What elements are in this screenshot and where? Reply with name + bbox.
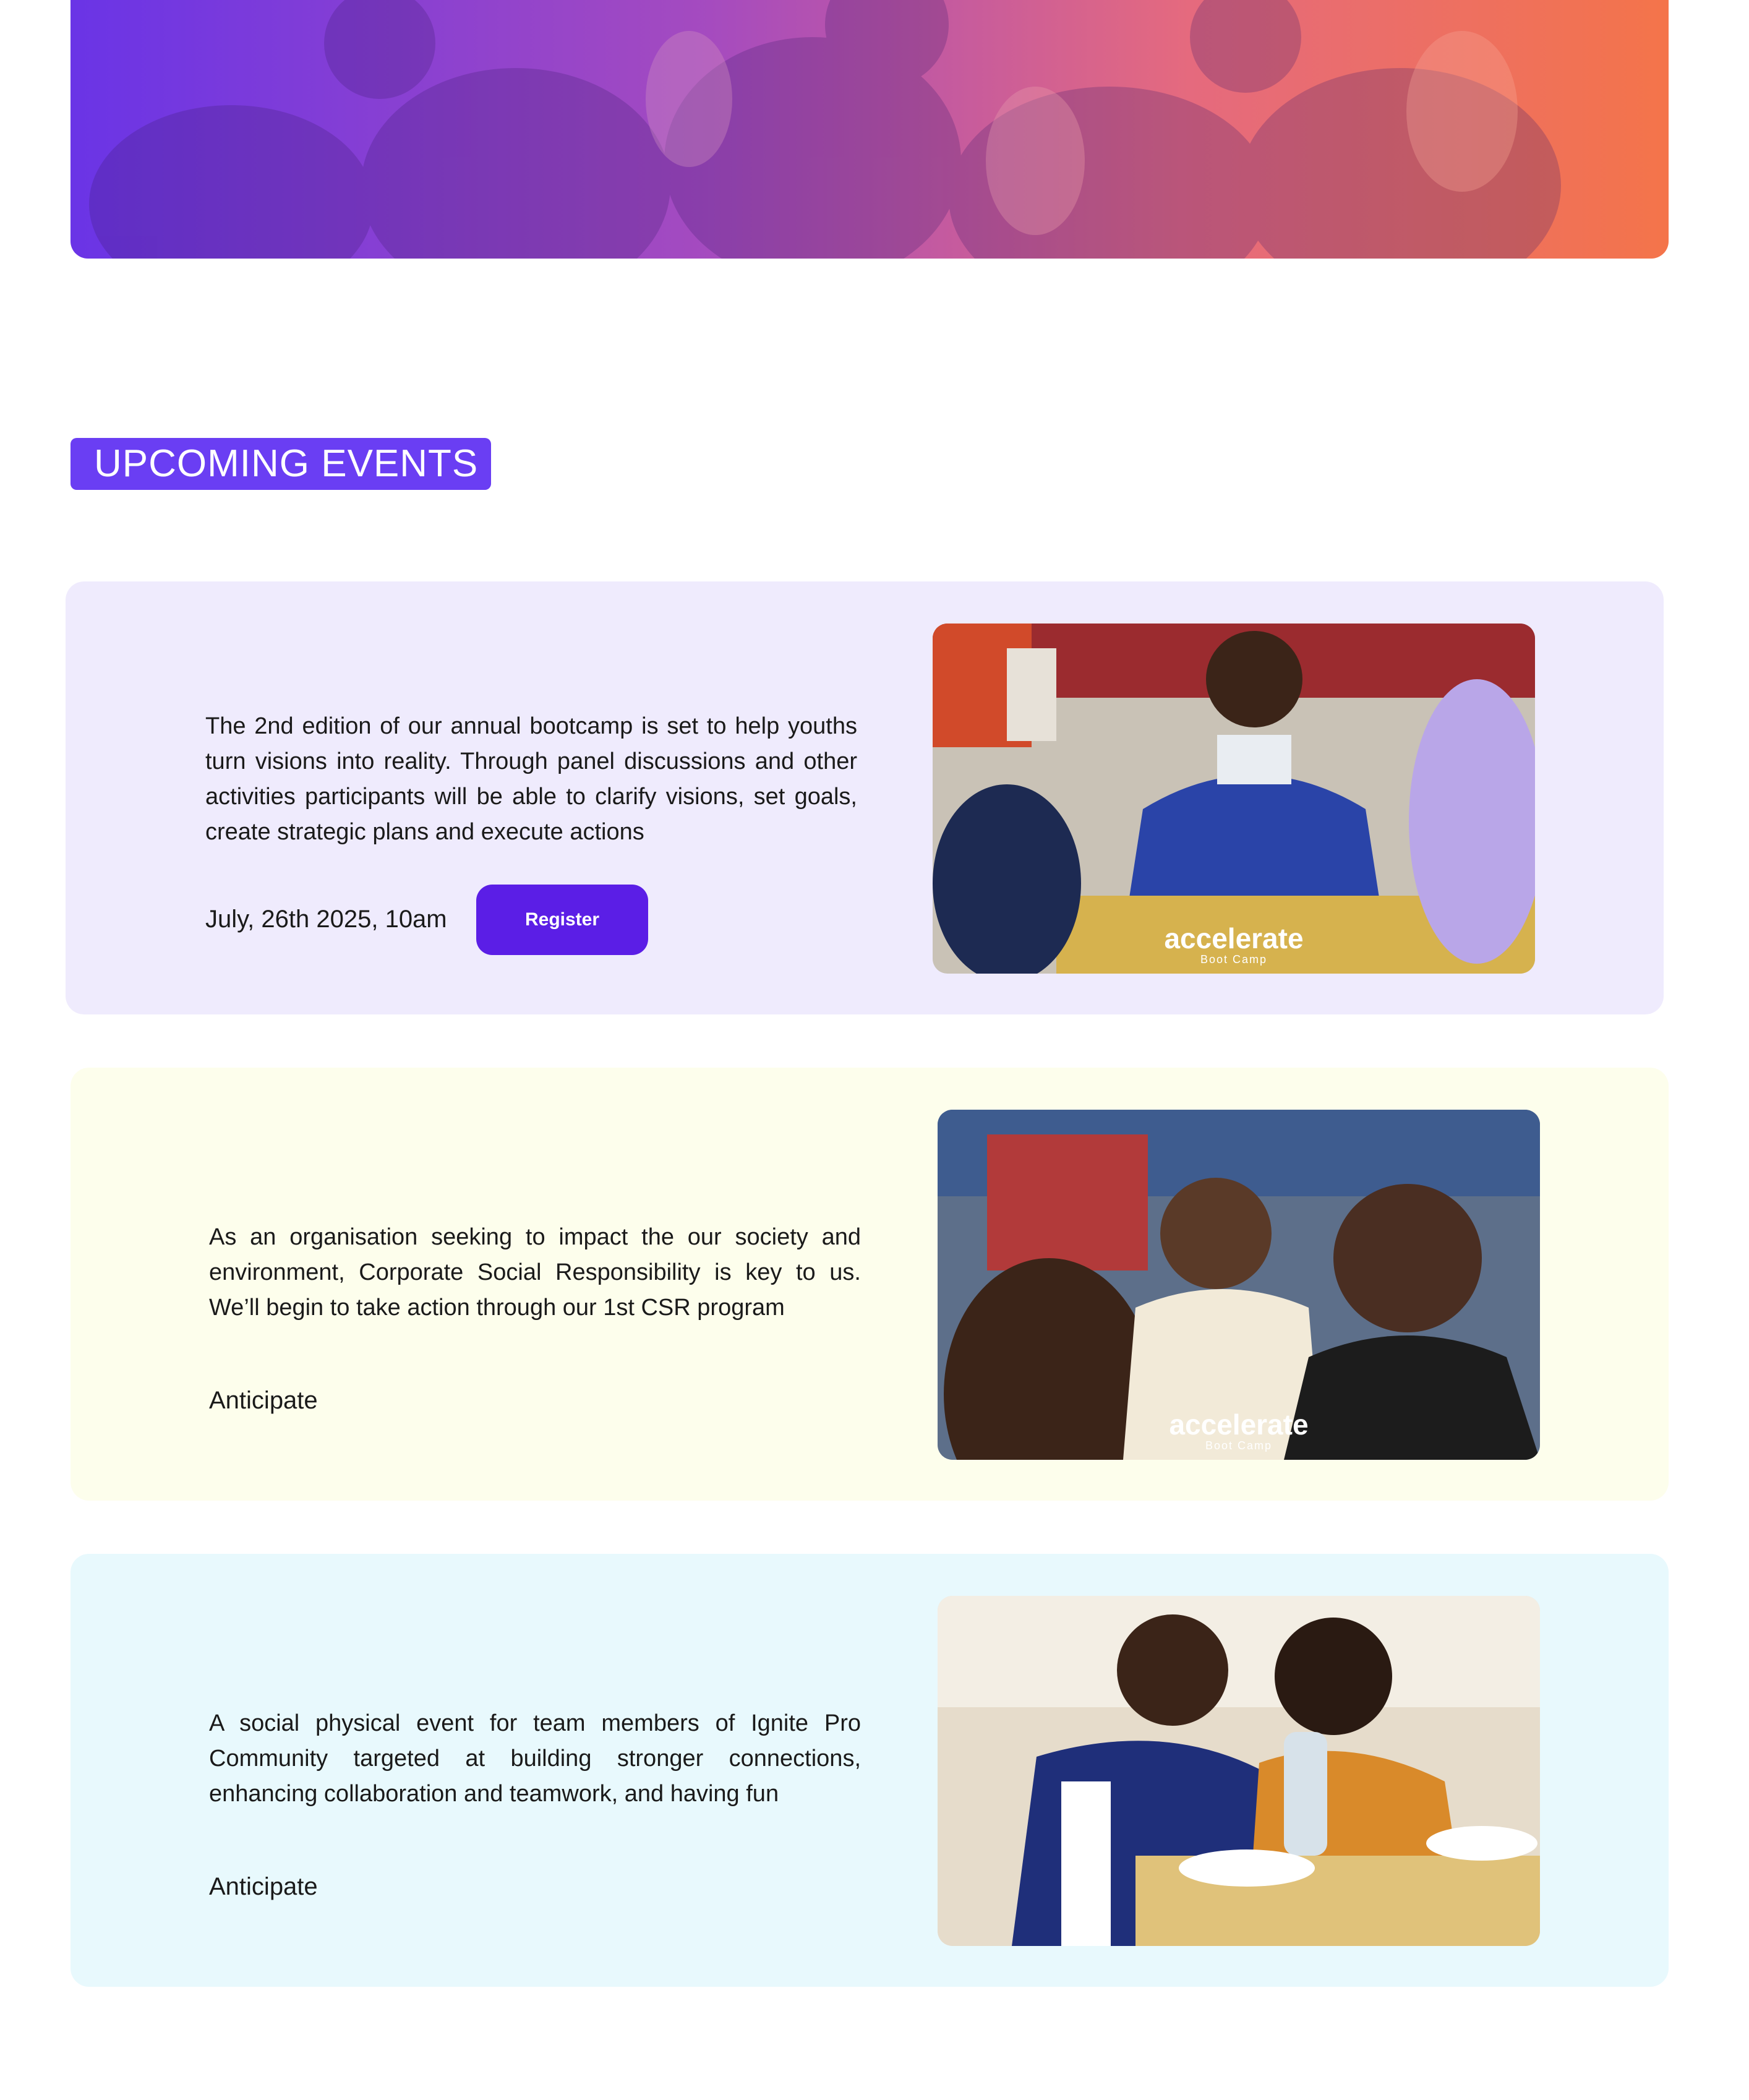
event-description: The 2nd edition of our annual bootcamp i… (205, 713, 857, 845)
photo-audience-members (938, 1110, 1540, 1460)
event-card-csr: As an organisation seeking to impact the… (71, 1068, 1669, 1501)
hero-banner-image (71, 0, 1669, 259)
accelerate-logo: accelerate Boot Camp (1169, 1408, 1309, 1452)
section-title-upcoming-events: UPCOMING EVENTS (71, 438, 491, 490)
event-photo-csr: accelerate Boot Camp (938, 1110, 1540, 1460)
photo-people-dining (938, 1596, 1540, 1946)
accelerate-logo: accelerate Boot Camp (1164, 922, 1304, 966)
event-photo-bootcamp: accelerate Boot Camp (933, 624, 1535, 974)
event-description: A social physical event for team members… (209, 1710, 861, 1807)
event-status: Anticipate (209, 1387, 318, 1414)
event-status: Anticipate (209, 1873, 318, 1900)
event-photo-team-social (938, 1596, 1540, 1946)
crowd-photo-silhouettes (89, 0, 1561, 259)
register-button[interactable]: Register (476, 885, 648, 955)
event-date: July, 26th 2025, 10am (205, 906, 447, 933)
event-card-team-social: A social physical event for team members… (71, 1554, 1669, 1987)
event-description: As an organisation seeking to impact the… (209, 1224, 861, 1321)
photo-man-seated-at-table (933, 624, 1535, 974)
event-card-bootcamp: The 2nd edition of our annual bootcamp i… (66, 581, 1664, 1014)
